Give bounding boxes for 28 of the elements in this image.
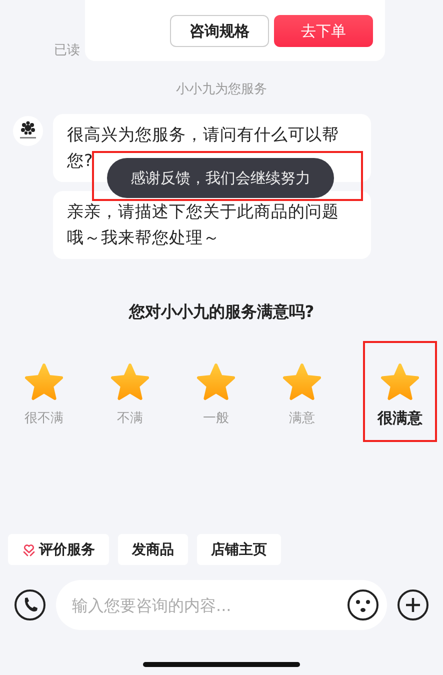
star-icon <box>24 363 64 401</box>
inquiry-button[interactable]: 咨询规格 <box>170 15 269 47</box>
rating-label: 满意 <box>289 410 315 427</box>
heart-icon <box>22 542 36 556</box>
rating-label: 很不满 <box>24 410 64 427</box>
toast-message: 感谢反馈，我们会继续努力 <box>107 158 334 198</box>
rating-question: 您对小小九的服务满意吗? <box>128 302 316 323</box>
message-input[interactable]: 输入您要咨询的内容... <box>70 594 347 616</box>
quick-action-button[interactable]: 店铺主页 <box>197 534 281 565</box>
emoji-icon[interactable] <box>347 589 379 621</box>
star-icon <box>282 363 322 401</box>
add-icon[interactable] <box>397 589 429 621</box>
rating-option[interactable]: 很满意 <box>363 341 437 442</box>
quick-action-button[interactable]: 发商品 <box>118 534 188 565</box>
system-notice: 小小九为您服务 <box>175 81 268 99</box>
order-button[interactable]: 去下单 <box>274 15 373 47</box>
message-field[interactable]: 输入您要咨询的内容... <box>56 580 387 630</box>
star-icon <box>110 363 150 401</box>
message-bubble: 亲亲，请描述下您关于此商品的问题哦～我来帮您处理～ <box>53 191 371 259</box>
phone-icon[interactable] <box>14 589 46 621</box>
read-status: 已读 <box>54 42 81 59</box>
star-icon <box>380 363 420 401</box>
rating-label: 一般 <box>203 410 229 427</box>
rating-label: 不满 <box>117 410 143 427</box>
star-icon <box>196 363 236 401</box>
rating-label: 很满意 <box>378 409 422 428</box>
avatar-icon <box>13 116 43 146</box>
quick-action-button[interactable]: 评价服务 <box>8 534 109 565</box>
